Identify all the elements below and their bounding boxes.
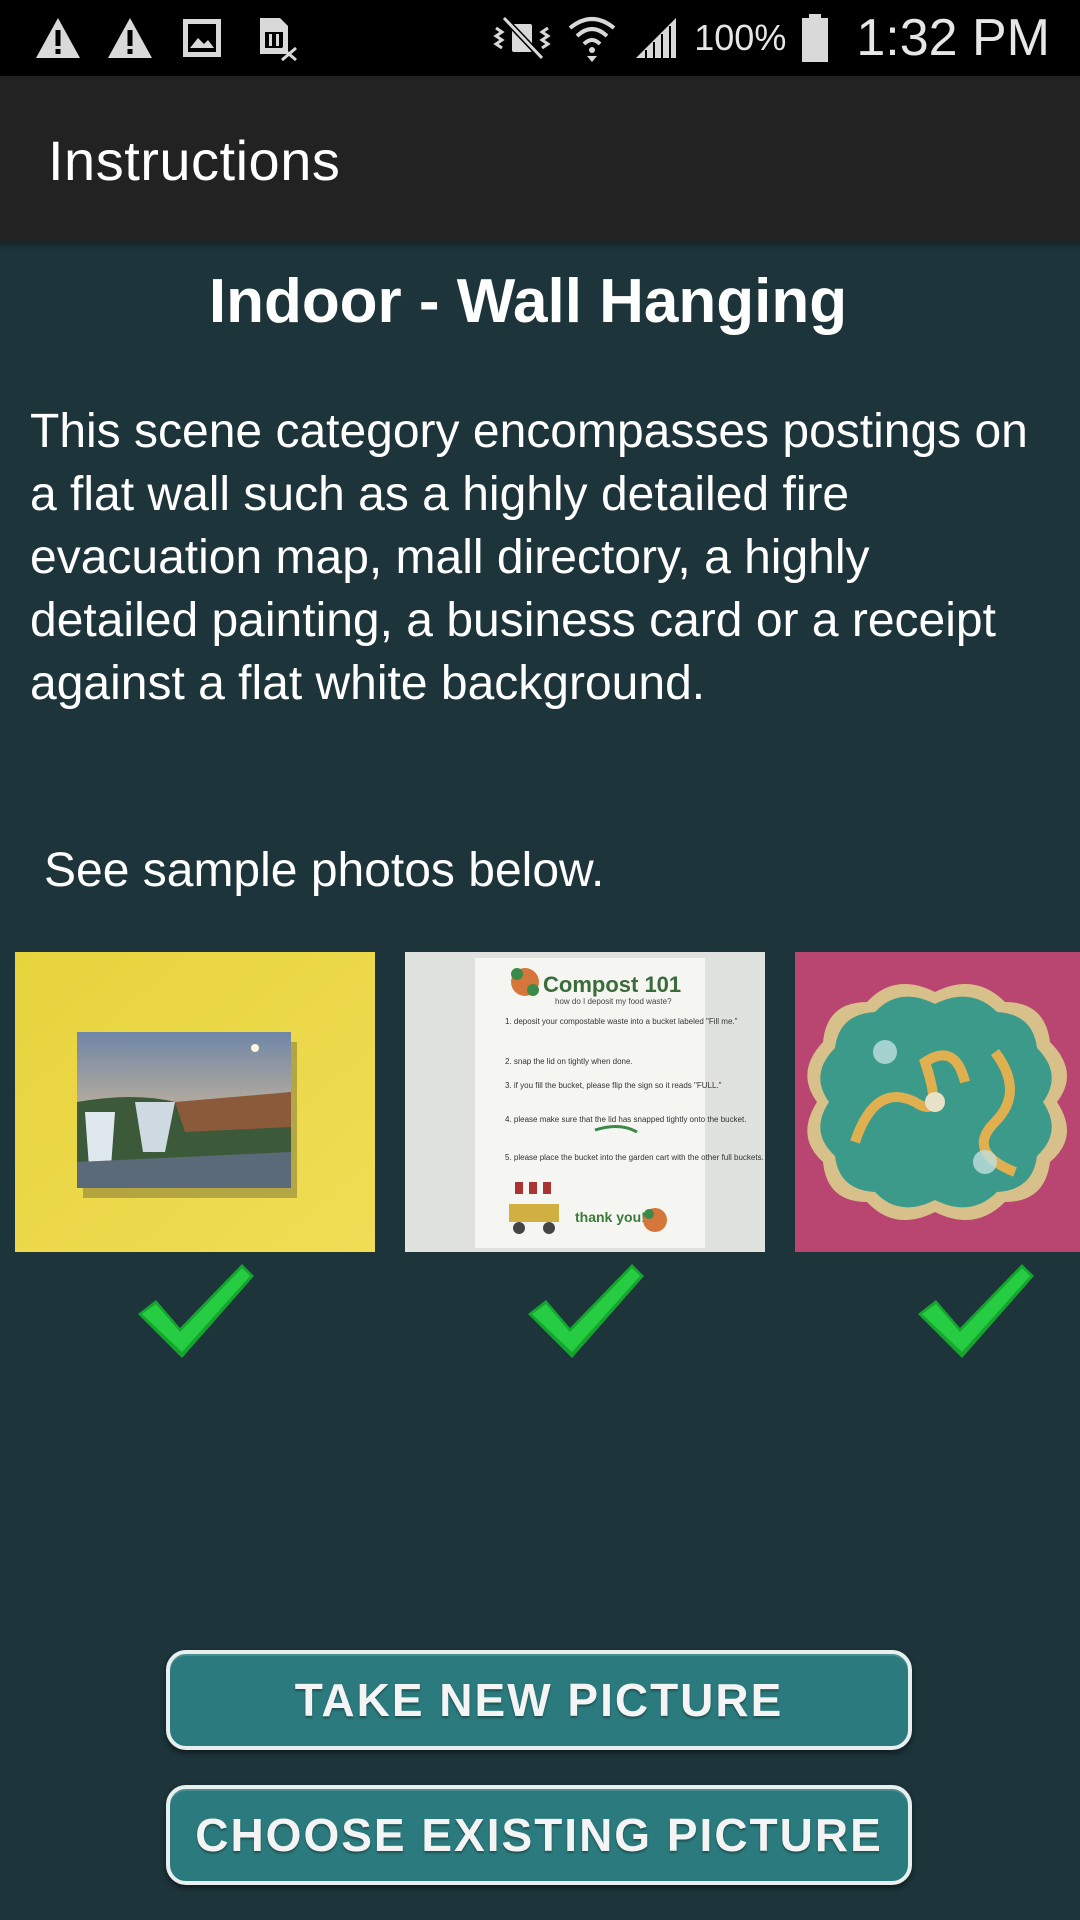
scene-title: Indoor - Wall Hanging [208,267,848,336]
battery-icon [802,14,829,62]
sim-card-off-icon [260,18,297,62]
sample-photo-dragon-medallion [795,952,1080,1252]
wifi-icon [568,17,616,62]
poster-title: Compost 101 [543,972,681,997]
app-bar-shadow [0,242,1080,250]
status-bar-notifications [34,14,298,62]
check-icon [918,1264,1034,1358]
sample-note: See sample photos below. [44,844,605,897]
choose-existing-picture-button[interactable]: CHOOSE EXISTING PICTURE [166,1785,912,1885]
image-icon [183,19,221,57]
poster-footer: thank you! [575,1209,646,1225]
take-new-picture-button[interactable]: TAKE NEW PICTURE [166,1650,912,1750]
status-bar: 100% 1:32 PM [0,0,1080,76]
sample-photo-compost-poster: Compost 101 how do I deposit my food was… [405,952,765,1252]
page-title: Instructions [48,129,341,192]
warning-icon [108,18,152,58]
app-bar: Instructions [0,76,1080,242]
sample-photo-painting [15,952,375,1252]
battery-percent: 100% [694,17,787,58]
clock: 1:32 PM [856,9,1050,67]
check-icon [138,1264,254,1358]
scene-description: This scene category encompasses postings… [30,405,1028,710]
vibrate-icon [493,15,551,61]
poster-step: 5. please place the bucket into the gard… [505,1153,764,1162]
signal-icon [636,18,677,58]
status-bar-system: 100% 1:32 PM [492,6,1050,70]
poster-subtitle: how do I deposit my food waste? [555,997,672,1006]
check-icon [528,1264,644,1358]
poster-step: 2. snap the lid on tightly when done. [505,1057,633,1066]
poster-step: 1. deposit your compostable waste into a… [505,1017,738,1026]
poster-step: 3. if you fill the bucket, please flip t… [505,1081,722,1090]
warning-icon [36,18,80,58]
poster-step: 4. please make sure that the lid has sna… [505,1115,747,1124]
